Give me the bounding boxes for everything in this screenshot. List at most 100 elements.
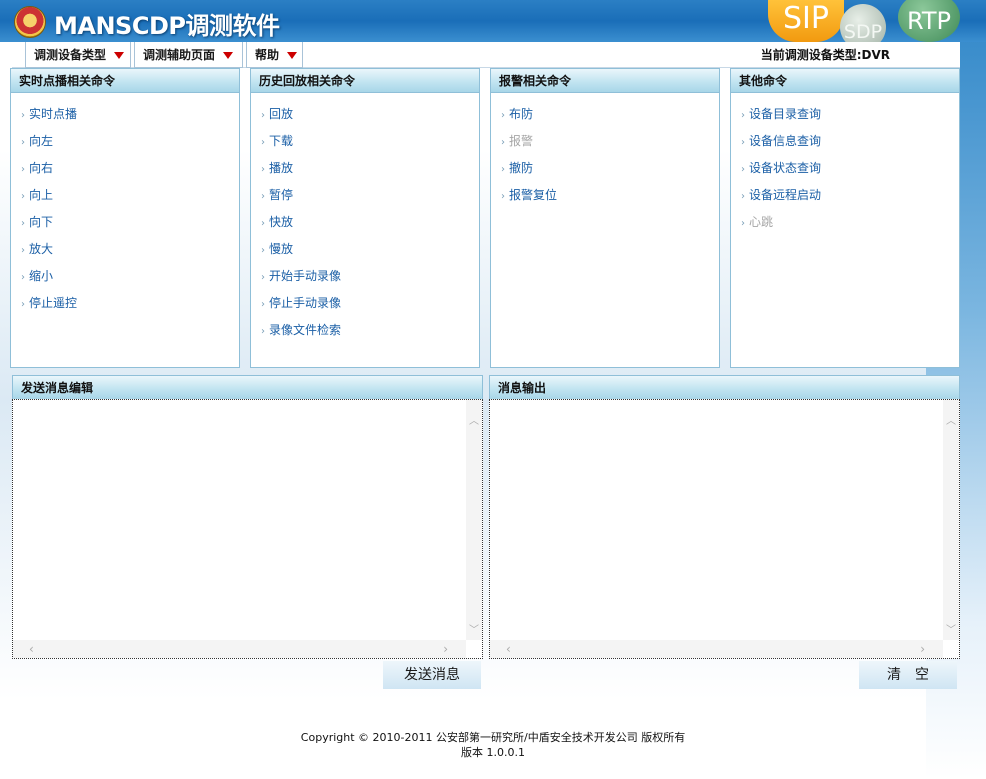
cmd-heartbeat: › 心跳 bbox=[741, 215, 774, 229]
chevron-right-icon: › bbox=[741, 164, 745, 175]
cmd-pause[interactable]: › 暂停 bbox=[261, 184, 479, 211]
command-list: › 实时点播 › 向左 › 向右 › 向上 › 向下 › 放大 › 缩小 › 停止遥控 bbox=[11, 93, 239, 319]
panel-realtime: 实时点播相关命令 › 实时点播 › 向左 › 向右 › 向上 › 向下 › 放大 › 缩小 ›… bbox=[10, 68, 240, 368]
horizontal-scrollbar[interactable]: ‹ › bbox=[13, 640, 466, 658]
scroll-up-icon[interactable]: ︿ bbox=[468, 412, 480, 427]
cmd-alarm-reset[interactable]: › 报警复位 bbox=[501, 184, 719, 211]
cmd-playback[interactable]: › 回放 bbox=[261, 103, 479, 130]
cmd-status-query[interactable]: › 设备状态查询 bbox=[741, 157, 959, 184]
scroll-left-icon[interactable]: ‹ bbox=[29, 642, 34, 656]
chevron-right-icon: › bbox=[21, 218, 25, 229]
menu-help[interactable]: 帮助 bbox=[246, 42, 303, 68]
cmd-download[interactable]: › 下载 bbox=[261, 130, 479, 157]
horizontal-scrollbar[interactable]: ‹ › bbox=[490, 640, 943, 658]
version-text: 版本 1.0.0.1 bbox=[461, 746, 525, 759]
menu-aux-pages[interactable]: 调测辅助页面 bbox=[134, 42, 243, 68]
dropdown-arrow-icon bbox=[287, 52, 298, 59]
cmd-remote-start[interactable]: › 设备远程启动 bbox=[741, 184, 959, 211]
command-list: › 设备目录查询 › 设备信息查询 › 设备状态查询 › 设备远程启动 › 心跳 bbox=[731, 93, 959, 238]
cmd-slow[interactable]: › 慢放 bbox=[261, 238, 479, 265]
cmd-record-search[interactable]: › 录像文件检索 bbox=[261, 319, 479, 346]
chevron-right-icon: › bbox=[21, 272, 25, 283]
scroll-right-icon[interactable]: › bbox=[443, 642, 448, 656]
cmd-fast[interactable]: › 快放 bbox=[261, 211, 479, 238]
panel-alarm: 报警相关命令 › 布防 › 报警 › 撤防 › 报警复位 bbox=[490, 68, 720, 368]
panel-title: 其他命令 bbox=[731, 69, 959, 93]
cmd-down[interactable]: › 向下 bbox=[21, 211, 239, 238]
cmd-up[interactable]: › 向上 bbox=[21, 184, 239, 211]
command-list: › 布防 › 报警 › 撤防 › 报警复位 bbox=[491, 93, 719, 211]
send-message-button[interactable]: 发送消息 bbox=[383, 661, 481, 689]
chevron-right-icon: › bbox=[741, 110, 745, 121]
sip-badge: SIP bbox=[768, 0, 844, 42]
panel-title: 报警相关命令 bbox=[491, 69, 719, 93]
chevron-right-icon: › bbox=[261, 137, 265, 148]
panel-title: 历史回放相关命令 bbox=[251, 69, 479, 93]
chevron-right-icon: › bbox=[261, 326, 265, 337]
chevron-right-icon: › bbox=[21, 299, 25, 310]
cmd-stop-ptz[interactable]: › 停止遥控 bbox=[21, 292, 239, 319]
chevron-right-icon: › bbox=[261, 272, 265, 283]
cmd-play[interactable]: › 播放 bbox=[261, 157, 479, 184]
chevron-right-icon: › bbox=[21, 137, 25, 148]
menu-label: 调测辅助页面 bbox=[143, 48, 216, 62]
app-header: MANSCDP调测软件 SIP SDP RTP bbox=[0, 0, 986, 50]
rtp-badge: RTP bbox=[898, 0, 960, 42]
scroll-down-icon[interactable]: ﹀ bbox=[468, 621, 480, 636]
chevron-right-icon: › bbox=[501, 110, 505, 121]
police-emblem-icon bbox=[14, 6, 46, 38]
app-title: MANSCDP调测软件 bbox=[54, 12, 280, 40]
chevron-right-icon: › bbox=[741, 191, 745, 202]
menu-label: 帮助 bbox=[255, 48, 280, 62]
footer: Copyright © 2010-2011 公安部第一研究所/中盾安全技术开发公… bbox=[0, 730, 986, 760]
cmd-realtime-play[interactable]: › 实时点播 bbox=[21, 103, 239, 130]
chevron-right-icon: › bbox=[21, 245, 25, 256]
send-panel: 发送消息编辑 ︿ ﹀ ‹ › bbox=[12, 375, 483, 659]
chevron-right-icon: › bbox=[501, 137, 505, 148]
cmd-stop-record[interactable]: › 停止手动录像 bbox=[261, 292, 479, 319]
cmd-alarm: › 报警 bbox=[501, 134, 534, 148]
cmd-right[interactable]: › 向右 bbox=[21, 157, 239, 184]
scroll-left-icon[interactable]: ‹ bbox=[506, 642, 511, 656]
menu-device-type[interactable]: 调测设备类型 bbox=[25, 42, 131, 68]
chevron-right-icon: › bbox=[261, 164, 265, 175]
panel-other: 其他命令 › 设备目录查询 › 设备信息查询 › 设备状态查询 › 设备远程启动 › 心跳 bbox=[730, 68, 960, 368]
chevron-right-icon: › bbox=[261, 299, 265, 310]
panel-title: 实时点播相关命令 bbox=[11, 69, 239, 93]
cmd-zoom-in[interactable]: › 放大 bbox=[21, 238, 239, 265]
chevron-right-icon: › bbox=[261, 191, 265, 202]
scroll-right-icon[interactable]: › bbox=[920, 642, 925, 656]
cmd-disarm[interactable]: › 撤防 bbox=[501, 157, 719, 184]
menu-bar: 调测设备类型 调测辅助页面 帮助 当前调测设备类型:DVR bbox=[12, 42, 960, 68]
cmd-zoom-out[interactable]: › 缩小 bbox=[21, 265, 239, 292]
clear-button[interactable]: 清 空 bbox=[859, 661, 957, 689]
cmd-start-record[interactable]: › 开始手动录像 bbox=[261, 265, 479, 292]
cmd-left[interactable]: › 向左 bbox=[21, 130, 239, 157]
copyright-text: Copyright © 2010-2011 公安部第一研究所/中盾安全技术开发公… bbox=[300, 731, 686, 744]
chevron-right-icon: › bbox=[501, 191, 505, 202]
chevron-right-icon: › bbox=[741, 137, 745, 148]
vertical-scrollbar[interactable]: ︿ ﹀ bbox=[943, 400, 959, 640]
cmd-arm[interactable]: › 布防 bbox=[501, 103, 719, 130]
chevron-right-icon: › bbox=[261, 245, 265, 256]
chevron-right-icon: › bbox=[21, 110, 25, 121]
scroll-down-icon[interactable]: ﹀ bbox=[945, 621, 957, 636]
chevron-right-icon: › bbox=[21, 191, 25, 202]
chevron-right-icon: › bbox=[261, 218, 265, 229]
vertical-scrollbar[interactable]: ︿ ﹀ bbox=[466, 400, 482, 640]
scroll-up-icon[interactable]: ︿ bbox=[945, 412, 957, 427]
chevron-right-icon: › bbox=[21, 164, 25, 175]
panel-playback: 历史回放相关命令 › 回放 › 下载 › 播放 › 暂停 › 快放 › 慢放 › 开始手动录像… bbox=[250, 68, 480, 368]
output-panel: 消息输出 ︿ ﹀ ‹ › bbox=[489, 375, 960, 659]
cmd-info-query[interactable]: › 设备信息查询 bbox=[741, 130, 959, 157]
output-panel-title: 消息输出 bbox=[489, 375, 960, 399]
command-list: › 回放 › 下载 › 播放 › 暂停 › 快放 › 慢放 › 开始手动录像 › 停止手动录像 … bbox=[251, 93, 479, 346]
current-device-type: 当前调测设备类型:DVR bbox=[760, 48, 890, 62]
message-output-textarea[interactable]: ︿ ﹀ ‹ › bbox=[489, 399, 960, 659]
menu-label: 调测设备类型 bbox=[34, 48, 107, 62]
chevron-right-icon: › bbox=[501, 164, 505, 175]
send-panel-title: 发送消息编辑 bbox=[12, 375, 483, 399]
dropdown-arrow-icon bbox=[223, 52, 234, 59]
send-message-textarea[interactable]: ︿ ﹀ ‹ › bbox=[12, 399, 483, 659]
cmd-catalog-query[interactable]: › 设备目录查询 bbox=[741, 103, 959, 130]
